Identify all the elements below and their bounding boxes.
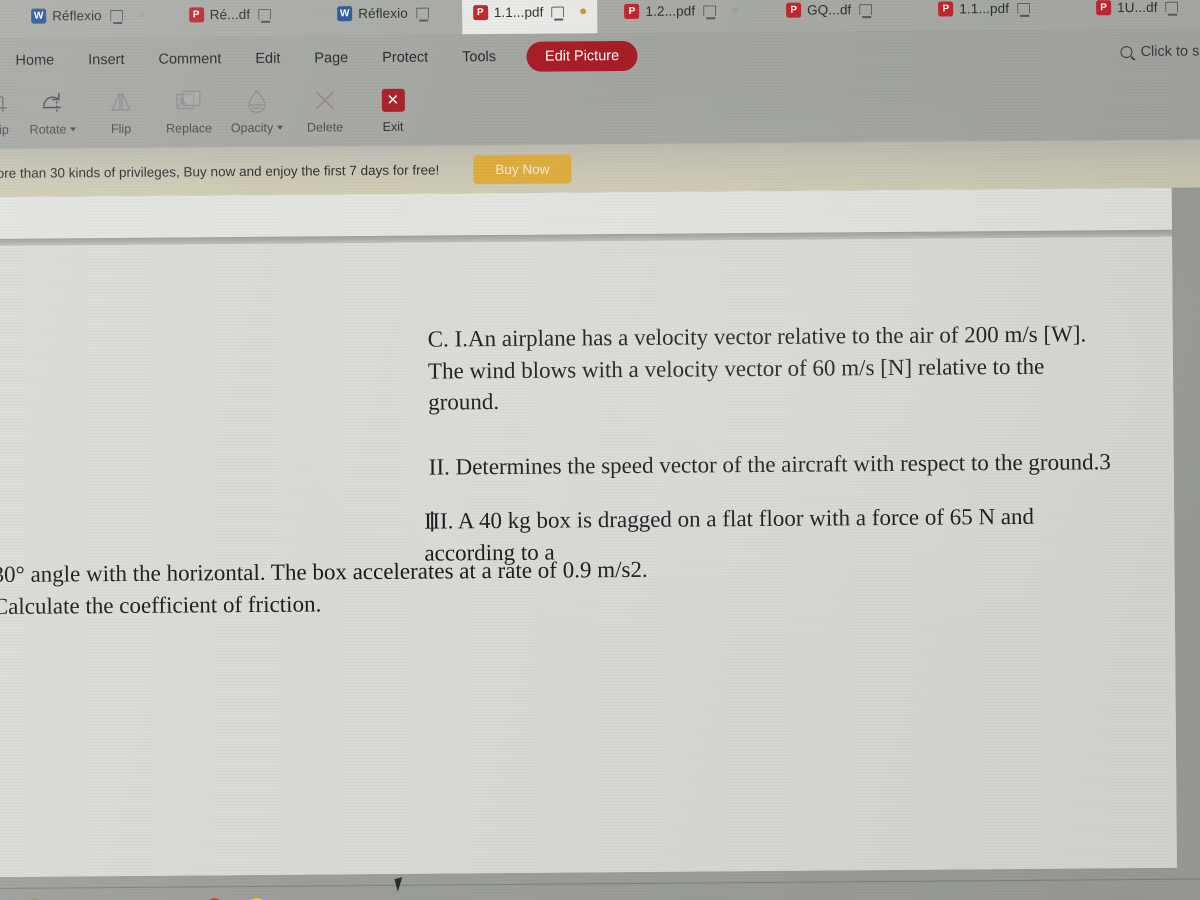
tool-replace[interactable]: Replace — [155, 81, 223, 136]
tab-re-pdf[interactable]: P Ré...df — [178, 0, 283, 37]
menu-item-tools[interactable]: Tools — [445, 48, 513, 65]
pdf-document-icon: P — [188, 6, 204, 22]
paragraph-1[interactable]: C. I.An airplane has a velocity vector r… — [428, 318, 1149, 419]
pdf-document-icon: P — [938, 0, 954, 17]
tool-label: Flip — [110, 121, 132, 137]
tool-label: Exit — [382, 119, 404, 134]
search-field[interactable]: Click to sea — [1120, 43, 1200, 60]
cast-icon[interactable] — [551, 5, 565, 18]
tab-gq-pdf[interactable]: P GQ...df — [775, 0, 884, 32]
cast-icon[interactable] — [415, 7, 429, 19]
application-chrome: W Réflexio P Ré...df W Réflexio P 1.1...… — [0, 0, 1200, 199]
word-document-icon: W — [31, 8, 47, 24]
tab-modified-dot — [732, 7, 739, 14]
tab-label: GQ...df — [807, 1, 852, 18]
chevron-down-icon[interactable] — [70, 127, 77, 132]
cast-icon[interactable] — [258, 8, 272, 20]
pdf-page: C. I.An airplane has a velocity vector r… — [0, 187, 1177, 878]
search-placeholder: Click to sea — [1140, 42, 1200, 60]
crop-icon — [0, 88, 10, 118]
paragraph-1-line-1: C. I.An airplane has a velocity vector r… — [427, 321, 1087, 352]
cast-icon[interactable] — [1017, 2, 1031, 14]
tool-clip[interactable]: Clip — [0, 83, 19, 137]
tab-label: Ré...df — [209, 6, 251, 22]
delete-x-icon — [312, 85, 338, 115]
tab-reflexio-1[interactable]: W Réflexio — [20, 0, 156, 38]
tool-label: Delete — [306, 120, 344, 135]
cast-icon[interactable] — [703, 4, 717, 16]
edit-picture-toolbar: Clip Rotate Flip Replace Opacity Delete … — [0, 73, 1200, 145]
tab-label: 1.1...pdf — [959, 0, 1010, 16]
tab-modified-dot — [138, 11, 145, 18]
tool-label: Opacity — [230, 120, 284, 136]
paragraph-2-text: II. Determines the speed vector of the a… — [428, 449, 1111, 480]
document-content[interactable]: C. I.An airplane has a velocity vector r… — [0, 188, 1177, 877]
menu-item-home[interactable]: Home — [0, 52, 71, 69]
tab-1u-pdf[interactable]: P 1U...df — [1085, 0, 1190, 29]
paragraph-3-post-caret: II. A 40 kg box is dragged on a flat flo… — [432, 503, 1035, 534]
replace-image-icon — [175, 86, 203, 116]
tab-label: 1.1...pdf — [493, 4, 544, 20]
search-icon — [1120, 45, 1133, 58]
document-viewport[interactable]: C. I.An airplane has a velocity vector r… — [0, 187, 1200, 900]
word-document-icon: W — [337, 5, 353, 21]
rotate-icon — [40, 87, 66, 117]
photographed-screen: W Réflexio P Ré...df W Réflexio P 1.1...… — [0, 0, 1200, 900]
tab-label: 1.2...pdf — [645, 2, 696, 19]
os-dock — [0, 875, 1200, 900]
tab-label: Réflexio — [358, 5, 408, 21]
tab-1-2-pdf[interactable]: P 1.2...pdf — [613, 0, 749, 33]
menu-item-page[interactable]: Page — [297, 50, 365, 67]
pdf-document-icon: P — [624, 3, 640, 19]
tab-1-1-pdf-second[interactable]: P 1.1...pdf — [927, 0, 1041, 31]
tool-delete[interactable]: Delete — [291, 80, 359, 135]
paragraph-4-line-1: 30° angle with the horizontal. The box a… — [0, 556, 648, 587]
tab-1-1-pdf-active[interactable]: P 1.1...pdf — [461, 0, 598, 35]
tool-label: Rotate — [29, 122, 77, 137]
paragraph-2[interactable]: II. Determines the speed vector of the a… — [429, 446, 1169, 484]
tool-opacity[interactable]: Opacity — [223, 81, 291, 136]
cast-icon[interactable] — [859, 3, 873, 15]
paragraph-4[interactable]: 30° angle with the horizontal. The box a… — [0, 553, 753, 622]
tab-reflexio-2[interactable]: W Réflexio — [326, 0, 440, 35]
tool-label: Clip — [0, 122, 9, 138]
menu-item-comment[interactable]: Comment — [141, 51, 238, 68]
tool-flip[interactable]: Flip — [87, 82, 155, 137]
menu-item-edit-picture-active[interactable]: Edit Picture — [526, 40, 638, 72]
dock-separator — [0, 878, 1200, 889]
flip-icon — [108, 87, 134, 117]
pdf-document-icon: P — [786, 2, 802, 18]
tab-modified-dot — [580, 8, 587, 15]
promo-text: more than 30 kinds of privileges, Buy no… — [0, 161, 440, 181]
paragraph-1-line-3: ground. — [428, 389, 500, 416]
opacity-droplet-icon — [245, 86, 269, 116]
tab-label: 1U...df — [1116, 0, 1158, 15]
chevron-down-icon[interactable] — [277, 125, 284, 130]
tab-label: Réflexio — [52, 7, 102, 24]
buy-now-button[interactable]: Buy Now — [473, 153, 572, 184]
exit-close-icon: ✕ — [381, 85, 405, 115]
tool-rotate[interactable]: Rotate — [19, 82, 87, 137]
pdf-document-icon: P — [472, 4, 488, 20]
paragraph-1-line-2: The wind blows with a velocity vector of… — [427, 353, 1045, 384]
pdf-document-icon: P — [1095, 0, 1112, 15]
tool-label: Replace — [166, 121, 213, 136]
cast-icon[interactable] — [109, 9, 123, 21]
menu-item-insert[interactable]: Insert — [71, 51, 141, 68]
tool-label-text: Rotate — [29, 122, 67, 137]
paragraph-4-line-2: Calculate the coefficient of friction. — [0, 591, 322, 619]
tool-exit[interactable]: ✕ Exit — [359, 80, 427, 135]
menu-item-protect[interactable]: Protect — [365, 49, 445, 66]
tool-label-text: Opacity — [230, 120, 274, 136]
menu-item-edit[interactable]: Edit — [238, 50, 297, 66]
cast-icon[interactable] — [1165, 1, 1179, 13]
